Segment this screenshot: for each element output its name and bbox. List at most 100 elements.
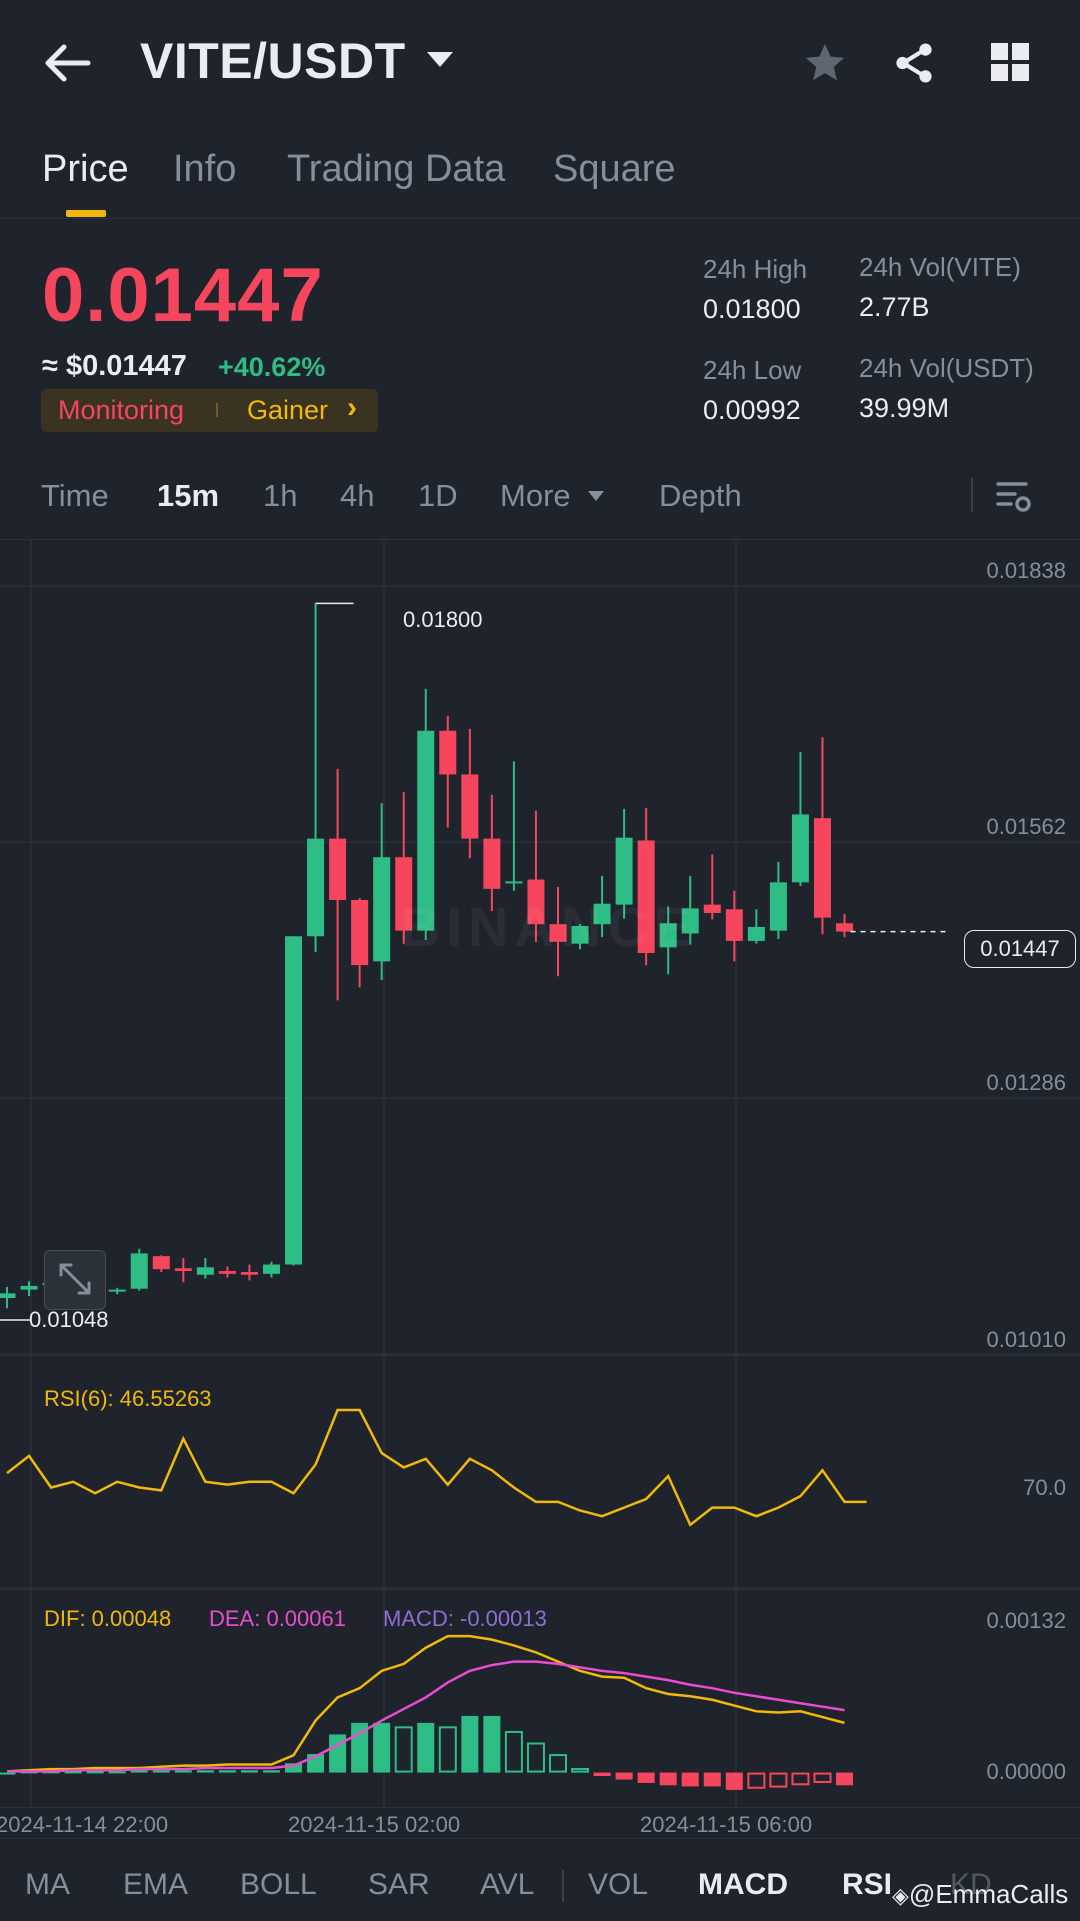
candle-body bbox=[329, 838, 347, 900]
diamond-logo-icon: ◈ bbox=[892, 1883, 909, 1908]
vol-usdt-label: 24h Vol(USDT) bbox=[859, 353, 1034, 383]
x-tick-label: 2024-11-15 06:00 bbox=[640, 1812, 813, 1837]
macd-histogram-bar bbox=[0, 1772, 16, 1775]
candle-body bbox=[108, 1289, 126, 1292]
macd-y-tick-label: 0.00132 bbox=[986, 1608, 1066, 1633]
share-button[interactable] bbox=[891, 40, 937, 91]
macd-histogram-bar bbox=[659, 1772, 677, 1786]
time-axis-top-border bbox=[0, 1807, 1080, 1808]
indicator-boll[interactable]: BOLL bbox=[240, 1868, 317, 1902]
macd-histogram-bar bbox=[615, 1772, 633, 1780]
candle-body bbox=[351, 899, 369, 966]
interval-4h[interactable]: 4h bbox=[340, 478, 374, 514]
macd-histogram-bar bbox=[769, 1772, 788, 1788]
vol-usdt-value: 39.99M bbox=[859, 393, 950, 423]
caret-down-icon bbox=[427, 52, 453, 67]
tag-box[interactable]: Monitoring Gainer › bbox=[41, 389, 378, 432]
arrow-left-icon bbox=[45, 44, 91, 82]
macd-histogram-bar bbox=[593, 1772, 611, 1777]
layout-button[interactable] bbox=[990, 42, 1030, 87]
pair-dropdown[interactable] bbox=[425, 50, 455, 75]
indicator-rsi[interactable]: RSI bbox=[842, 1868, 892, 1902]
user-watermark: ◈@EmmaCalls bbox=[892, 1879, 1068, 1910]
interval-15m[interactable]: 15m bbox=[157, 478, 219, 514]
macd-histogram-bar bbox=[174, 1770, 192, 1773]
indicator-macd[interactable]: MACD bbox=[698, 1868, 788, 1902]
interval-depth[interactable]: Depth bbox=[659, 478, 742, 514]
macd-histogram-bar bbox=[417, 1722, 435, 1773]
candle-body bbox=[461, 774, 479, 839]
macd-histogram-bar bbox=[262, 1770, 280, 1773]
chart-svg[interactable] bbox=[0, 540, 1080, 1840]
macd-histogram-bar bbox=[394, 1726, 413, 1773]
macd-histogram-bar bbox=[526, 1742, 545, 1773]
low-value: 0.00992 bbox=[703, 395, 801, 425]
macd-histogram-bar bbox=[218, 1770, 236, 1773]
y-tick-label: 0.01562 bbox=[986, 814, 1066, 839]
macd-hist-label: MACD: -0.00013 bbox=[383, 1606, 547, 1631]
candle-body bbox=[769, 882, 787, 931]
candle-body bbox=[703, 904, 721, 914]
macd-histogram-bar bbox=[725, 1772, 743, 1790]
macd-histogram-bar bbox=[571, 1767, 590, 1773]
top-bar: VITE/USDT bbox=[0, 0, 1080, 125]
macd-histogram-bar bbox=[813, 1772, 832, 1783]
interval-1h[interactable]: 1h bbox=[263, 478, 297, 514]
candle-body bbox=[836, 923, 854, 932]
indicator-ma[interactable]: MA bbox=[25, 1868, 70, 1902]
pair-title[interactable]: VITE/USDT bbox=[140, 32, 406, 90]
macd-top-border bbox=[0, 1589, 1080, 1590]
high-value: 0.01800 bbox=[703, 294, 801, 324]
candle-body bbox=[152, 1256, 170, 1270]
candle-body bbox=[196, 1267, 214, 1275]
price-change: +40.62% bbox=[218, 352, 326, 382]
interval-more[interactable]: More bbox=[500, 478, 571, 514]
macd-histogram-bar bbox=[373, 1722, 391, 1773]
macd-histogram-bar bbox=[549, 1754, 567, 1773]
candle-body bbox=[725, 909, 743, 941]
macd-histogram-bar bbox=[152, 1770, 170, 1773]
tab-square[interactable]: Square bbox=[553, 148, 676, 191]
user-watermark-text: @EmmaCalls bbox=[908, 1879, 1069, 1909]
candle-body bbox=[439, 730, 457, 775]
tab-price[interactable]: Price bbox=[42, 148, 129, 191]
candle-body bbox=[285, 936, 303, 1265]
indicator-sar[interactable]: SAR bbox=[368, 1868, 430, 1902]
candle-body bbox=[240, 1271, 258, 1275]
fullscreen-button[interactable] bbox=[44, 1250, 106, 1310]
candle-body bbox=[483, 838, 501, 889]
macd-histogram-bar bbox=[836, 1772, 854, 1786]
tag-gainer[interactable]: Gainer bbox=[247, 395, 328, 426]
rsi-label: RSI(6): 46.55263 bbox=[44, 1386, 212, 1411]
indicator-ema[interactable]: EMA bbox=[123, 1868, 188, 1902]
tag-divider bbox=[216, 403, 218, 417]
candle-body bbox=[0, 1293, 16, 1299]
interval-1d[interactable]: 1D bbox=[418, 478, 458, 514]
indicator-vol[interactable]: VOL bbox=[588, 1868, 648, 1902]
interval-time[interactable]: Time bbox=[41, 478, 109, 514]
macd-histogram-bar bbox=[504, 1730, 523, 1773]
candle-body bbox=[218, 1271, 236, 1274]
macd-histogram-bar bbox=[240, 1770, 258, 1773]
tag-monitoring[interactable]: Monitoring bbox=[58, 395, 184, 426]
share-icon bbox=[896, 43, 932, 83]
indicator-avl[interactable]: AVL bbox=[480, 1868, 534, 1902]
interval-divider bbox=[971, 478, 973, 512]
expand-icon bbox=[59, 1263, 91, 1295]
rsi-level-label: 70.0 bbox=[1023, 1475, 1066, 1500]
x-tick-label: 2024-11-15 02:00 bbox=[288, 1812, 461, 1837]
favorite-button[interactable] bbox=[802, 40, 848, 91]
tab-trading-data[interactable]: Trading Data bbox=[287, 148, 505, 191]
candle-body bbox=[262, 1264, 280, 1274]
back-button[interactable] bbox=[40, 38, 100, 88]
candle-body bbox=[20, 1285, 38, 1290]
macd-histogram-bar bbox=[637, 1772, 655, 1783]
active-tab-indicator bbox=[66, 210, 106, 217]
macd-histogram-bar bbox=[483, 1715, 501, 1773]
macd-histogram-bar bbox=[703, 1772, 721, 1787]
tab-info[interactable]: Info bbox=[173, 148, 236, 191]
indicator-bar-top-border bbox=[0, 1838, 1080, 1839]
chart-settings-button[interactable] bbox=[995, 478, 1033, 521]
low-label: 24h Low bbox=[703, 355, 802, 385]
macd-histogram-bar bbox=[681, 1772, 699, 1787]
